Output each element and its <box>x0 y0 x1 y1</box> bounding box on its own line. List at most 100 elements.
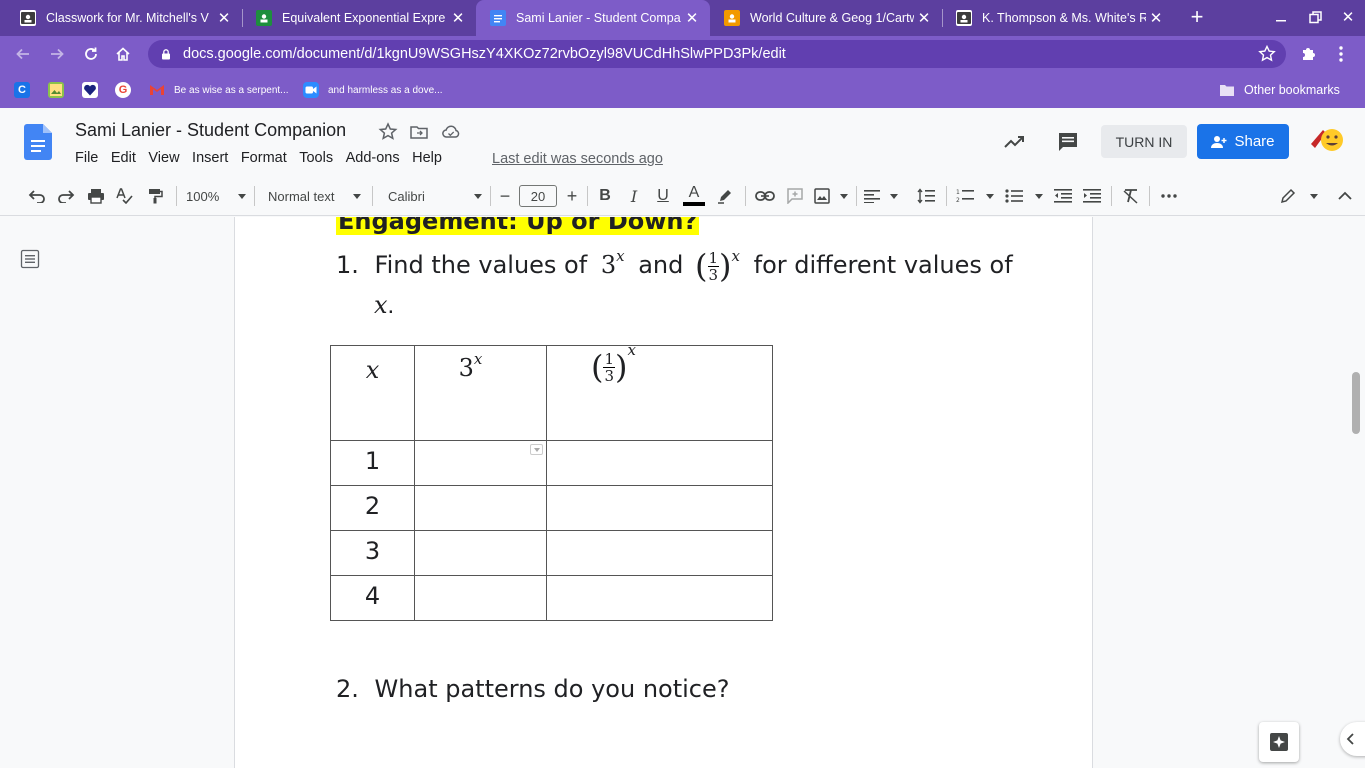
explore-button[interactable] <box>1259 722 1299 762</box>
line-spacing-icon[interactable] <box>915 185 937 207</box>
extensions-puzzle-icon[interactable] <box>1296 42 1322 66</box>
x-value-cell[interactable]: 1 <box>330 440 415 486</box>
browser-tab[interactable]: K. Thompson & Ms. White's R ✕ <box>942 2 1174 34</box>
cell-menu-chevron-icon[interactable] <box>530 444 543 455</box>
turn-in-button[interactable]: TURN IN <box>1101 125 1187 158</box>
reload-icon[interactable] <box>78 42 104 66</box>
numbered-list-icon[interactable]: 12 <box>956 185 994 207</box>
document-page[interactable]: Engagement: Up or Down? 1. Find the valu… <box>234 217 1093 768</box>
paint-format-icon[interactable] <box>144 185 166 207</box>
more-menu-icon[interactable] <box>1328 42 1354 66</box>
increase-indent-icon[interactable] <box>1081 185 1103 207</box>
avatar[interactable] <box>1309 124 1345 156</box>
menu-format[interactable]: Format <box>241 150 287 166</box>
zoom-select[interactable]: 100% <box>186 185 246 207</box>
menu-help[interactable]: Help <box>412 150 442 166</box>
document-outline-icon[interactable] <box>20 249 40 269</box>
italic-icon[interactable]: I <box>623 185 645 207</box>
bookmark-item[interactable] <box>82 80 107 100</box>
activity-trend-icon[interactable] <box>1003 130 1027 154</box>
font-size-input[interactable]: 20 <box>519 185 557 207</box>
x-value-cell[interactable]: 2 <box>330 485 415 531</box>
cloud-status-icon[interactable] <box>441 122 461 142</box>
close-tab-icon[interactable]: ✕ <box>682 9 702 27</box>
table-header-cell[interactable]: 3x <box>414 345 547 441</box>
close-tab-icon[interactable]: ✕ <box>914 9 934 27</box>
text-color-icon[interactable]: A <box>682 185 706 207</box>
home-icon[interactable] <box>110 42 136 66</box>
browser-tab[interactable]: Equivalent Exponential Expre ✕ <box>242 2 476 34</box>
table-cell[interactable] <box>414 440 547 486</box>
menu-tools[interactable]: Tools <box>299 150 333 166</box>
vertical-scrollbar[interactable] <box>1352 372 1360 434</box>
bookmark-star-icon[interactable] <box>1258 44 1276 68</box>
table-cell[interactable] <box>546 575 773 621</box>
table-cell[interactable] <box>414 575 547 621</box>
browser-tab-active[interactable]: Sami Lanier - Student Compa ✕ <box>476 0 710 36</box>
bold-icon[interactable]: B <box>594 185 616 207</box>
values-table[interactable]: x 3x (1 3)x 1 2 3 4 <box>330 341 773 621</box>
bookmark-item[interactable]: Be as wise as a serpent... <box>149 80 289 100</box>
highlight-pen-icon[interactable] <box>714 185 736 207</box>
font-family-select[interactable]: Calibri <box>388 185 482 207</box>
menu-file[interactable]: File <box>75 150 98 166</box>
table-cell[interactable] <box>546 485 773 531</box>
more-options-icon[interactable] <box>1158 185 1180 207</box>
lock-icon[interactable] <box>160 48 172 60</box>
decrease-indent-icon[interactable] <box>1052 185 1074 207</box>
add-comment-icon[interactable] <box>784 185 806 207</box>
increase-font-size-icon[interactable]: + <box>561 185 583 207</box>
menu-view[interactable]: View <box>148 150 179 166</box>
close-tab-icon[interactable]: ✕ <box>214 9 234 27</box>
bookmark-item[interactable]: G <box>115 80 140 100</box>
minimize-icon[interactable] <box>1264 0 1298 34</box>
omnibox[interactable]: docs.google.com/document/d/1kgnU9WSGHszY… <box>148 40 1286 68</box>
close-tab-icon[interactable]: ✕ <box>1146 9 1166 27</box>
bookmark-item[interactable] <box>48 80 73 100</box>
side-panel-toggle[interactable] <box>1340 722 1365 756</box>
redo-icon[interactable] <box>55 185 77 207</box>
bookmark-item[interactable]: C <box>14 80 39 100</box>
table-cell[interactable] <box>414 530 547 576</box>
paragraph-style-select[interactable]: Normal text <box>268 185 361 207</box>
table-header-cell[interactable]: x <box>330 345 415 441</box>
restore-icon[interactable] <box>1298 0 1332 34</box>
x-value-cell[interactable]: 3 <box>330 530 415 576</box>
docs-logo-icon[interactable] <box>24 124 52 160</box>
star-icon[interactable] <box>378 122 398 142</box>
close-window-icon[interactable]: ✕ <box>1331 0 1365 34</box>
bulleted-list-icon[interactable] <box>1005 185 1043 207</box>
table-cell[interactable] <box>546 530 773 576</box>
move-folder-icon[interactable] <box>409 122 429 142</box>
editing-mode-icon[interactable] <box>1280 185 1318 207</box>
browser-tab[interactable]: World Culture & Geog 1/Cartw ✕ <box>710 2 942 34</box>
share-button[interactable]: Share <box>1197 124 1289 159</box>
table-cell[interactable] <box>414 485 547 531</box>
spellcheck-icon[interactable] <box>114 185 136 207</box>
decrease-font-size-icon[interactable]: − <box>494 185 516 207</box>
align-left-icon[interactable] <box>864 185 898 207</box>
close-tab-icon[interactable]: ✕ <box>448 9 468 27</box>
menu-edit[interactable]: Edit <box>111 150 136 166</box>
comment-icon[interactable] <box>1056 130 1080 154</box>
new-tab-icon[interactable]: + <box>1180 0 1214 34</box>
last-edit-link[interactable]: Last edit was seconds ago <box>492 151 663 167</box>
x-value-cell[interactable]: 4 <box>330 575 415 621</box>
back-arrow-icon[interactable] <box>10 42 36 66</box>
document-title[interactable]: Sami Lanier - Student Companion <box>75 120 346 141</box>
table-header-cell[interactable]: (1 3)x <box>546 341 773 441</box>
browser-tab[interactable]: Classwork for Mr. Mitchell's V ✕ <box>6 2 242 34</box>
bookmark-item[interactable]: and harmless as a dove... <box>303 80 443 100</box>
clear-formatting-icon[interactable] <box>1120 185 1142 207</box>
link-icon[interactable] <box>754 185 776 207</box>
menu-insert[interactable]: Insert <box>192 150 228 166</box>
collapse-menus-icon[interactable] <box>1335 185 1355 207</box>
forward-arrow-icon[interactable] <box>44 42 70 66</box>
url-text[interactable]: docs.google.com/document/d/1kgnU9WSGHszY… <box>183 46 786 62</box>
undo-icon[interactable] <box>26 185 48 207</box>
insert-image-icon[interactable] <box>814 185 848 207</box>
menu-addons[interactable]: Add-ons <box>346 150 400 166</box>
other-bookmarks[interactable]: Other bookmarks <box>1219 80 1340 100</box>
table-cell[interactable] <box>546 440 773 486</box>
underline-icon[interactable]: U <box>652 185 674 207</box>
